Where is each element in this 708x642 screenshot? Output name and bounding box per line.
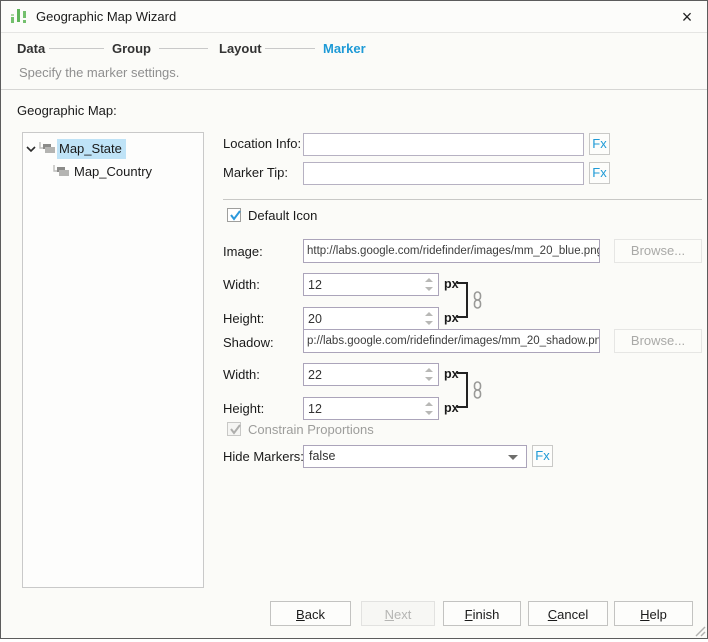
window-title: Geographic Map Wizard	[36, 9, 176, 24]
hide-markers-value: false	[309, 449, 335, 463]
link-icon	[472, 291, 483, 309]
section-separator	[223, 199, 702, 200]
image-url-field: http://labs.google.com/ridefinder/images…	[303, 239, 600, 263]
marker-tip-fx-button[interactable]: Fx	[589, 162, 610, 184]
tree-item-map-state[interactable]: Map_State	[23, 137, 203, 160]
geographic-map-tree: Map_State Map_Country	[22, 132, 204, 588]
wizard-subtitle: Specify the marker settings.	[19, 65, 179, 80]
tree-item-map-country[interactable]: Map_Country	[23, 160, 203, 183]
default-icon-label: Default Icon	[248, 208, 317, 223]
step-connector	[49, 48, 104, 49]
spin-up-icon[interactable]	[425, 312, 433, 316]
shadow-width-input[interactable]	[304, 364, 418, 385]
spin-up-icon[interactable]	[425, 278, 433, 282]
image-width-label: Width:	[223, 277, 260, 292]
marker-tip-label: Marker Tip:	[223, 165, 288, 180]
spin-down-icon[interactable]	[425, 287, 433, 291]
shadow-width-spinner[interactable]	[303, 363, 439, 386]
image-width-spinner[interactable]	[303, 273, 439, 296]
help-button[interactable]: Help	[614, 601, 693, 626]
link-icon	[472, 381, 483, 399]
shadow-width-label: Width:	[223, 367, 260, 382]
shadow-height-spinner[interactable]	[303, 397, 439, 420]
geographic-map-wizard-dialog: Geographic Map Wizard × Data Group Layou…	[0, 0, 708, 639]
image-browse-button: Browse...	[614, 239, 702, 263]
location-info-label: Location Info:	[223, 136, 301, 151]
image-label: Image:	[223, 244, 263, 259]
close-icon[interactable]: ×	[675, 5, 699, 29]
shadow-size-link-bracket	[457, 372, 468, 408]
constrain-proportions-label: Constrain Proportions	[248, 422, 374, 437]
step-marker[interactable]: Marker	[323, 41, 366, 56]
tree-item-label[interactable]: Map_Country	[71, 164, 152, 179]
shadow-url-field: p://labs.google.com/ridefinder/images/mm…	[303, 329, 600, 353]
constrain-proportions-checkbox	[227, 422, 241, 436]
default-icon-checkbox[interactable]	[227, 208, 241, 222]
shadow-height-input[interactable]	[304, 398, 418, 419]
location-info-fx-button[interactable]: Fx	[589, 133, 610, 155]
step-connector	[159, 48, 208, 49]
chevron-down-icon[interactable]	[26, 144, 38, 154]
spin-down-icon[interactable]	[425, 411, 433, 415]
next-button: Next	[361, 601, 435, 626]
spin-up-icon[interactable]	[425, 368, 433, 372]
shadow-browse-button: Browse...	[614, 329, 702, 353]
resize-grip[interactable]	[692, 623, 706, 637]
spin-up-icon[interactable]	[425, 402, 433, 406]
title-bar: Geographic Map Wizard ×	[1, 1, 707, 33]
image-height-spinner[interactable]	[303, 307, 439, 330]
finish-button[interactable]: Finish	[443, 601, 521, 626]
hide-markers-label: Hide Markers:	[223, 449, 304, 464]
hide-markers-fx-button[interactable]: Fx	[532, 445, 553, 467]
step-group[interactable]: Group	[112, 41, 151, 56]
shadow-height-label: Height:	[223, 401, 264, 416]
step-connector	[265, 48, 315, 49]
map-node-icon	[38, 142, 56, 156]
wizard-logo-icon	[10, 7, 30, 26]
image-height-input[interactable]	[304, 308, 418, 329]
header-separator	[1, 89, 707, 90]
hide-markers-dropdown[interactable]: false	[303, 445, 527, 468]
back-button[interactable]: Back	[270, 601, 351, 626]
chevron-down-icon	[508, 455, 518, 460]
spin-down-icon[interactable]	[425, 377, 433, 381]
tree-panel-label: Geographic Map:	[17, 103, 117, 118]
location-info-input[interactable]	[303, 133, 584, 156]
image-width-input[interactable]	[304, 274, 418, 295]
shadow-label: Shadow:	[223, 335, 274, 350]
image-height-label: Height:	[223, 311, 264, 326]
spin-down-icon[interactable]	[425, 321, 433, 325]
step-layout[interactable]: Layout	[219, 41, 262, 56]
image-size-link-bracket	[457, 282, 468, 318]
step-data[interactable]: Data	[17, 41, 45, 56]
map-node-icon	[52, 165, 70, 179]
cancel-button[interactable]: Cancel	[528, 601, 608, 626]
tree-item-label[interactable]: Map_State	[57, 139, 126, 159]
marker-tip-input[interactable]	[303, 162, 584, 185]
